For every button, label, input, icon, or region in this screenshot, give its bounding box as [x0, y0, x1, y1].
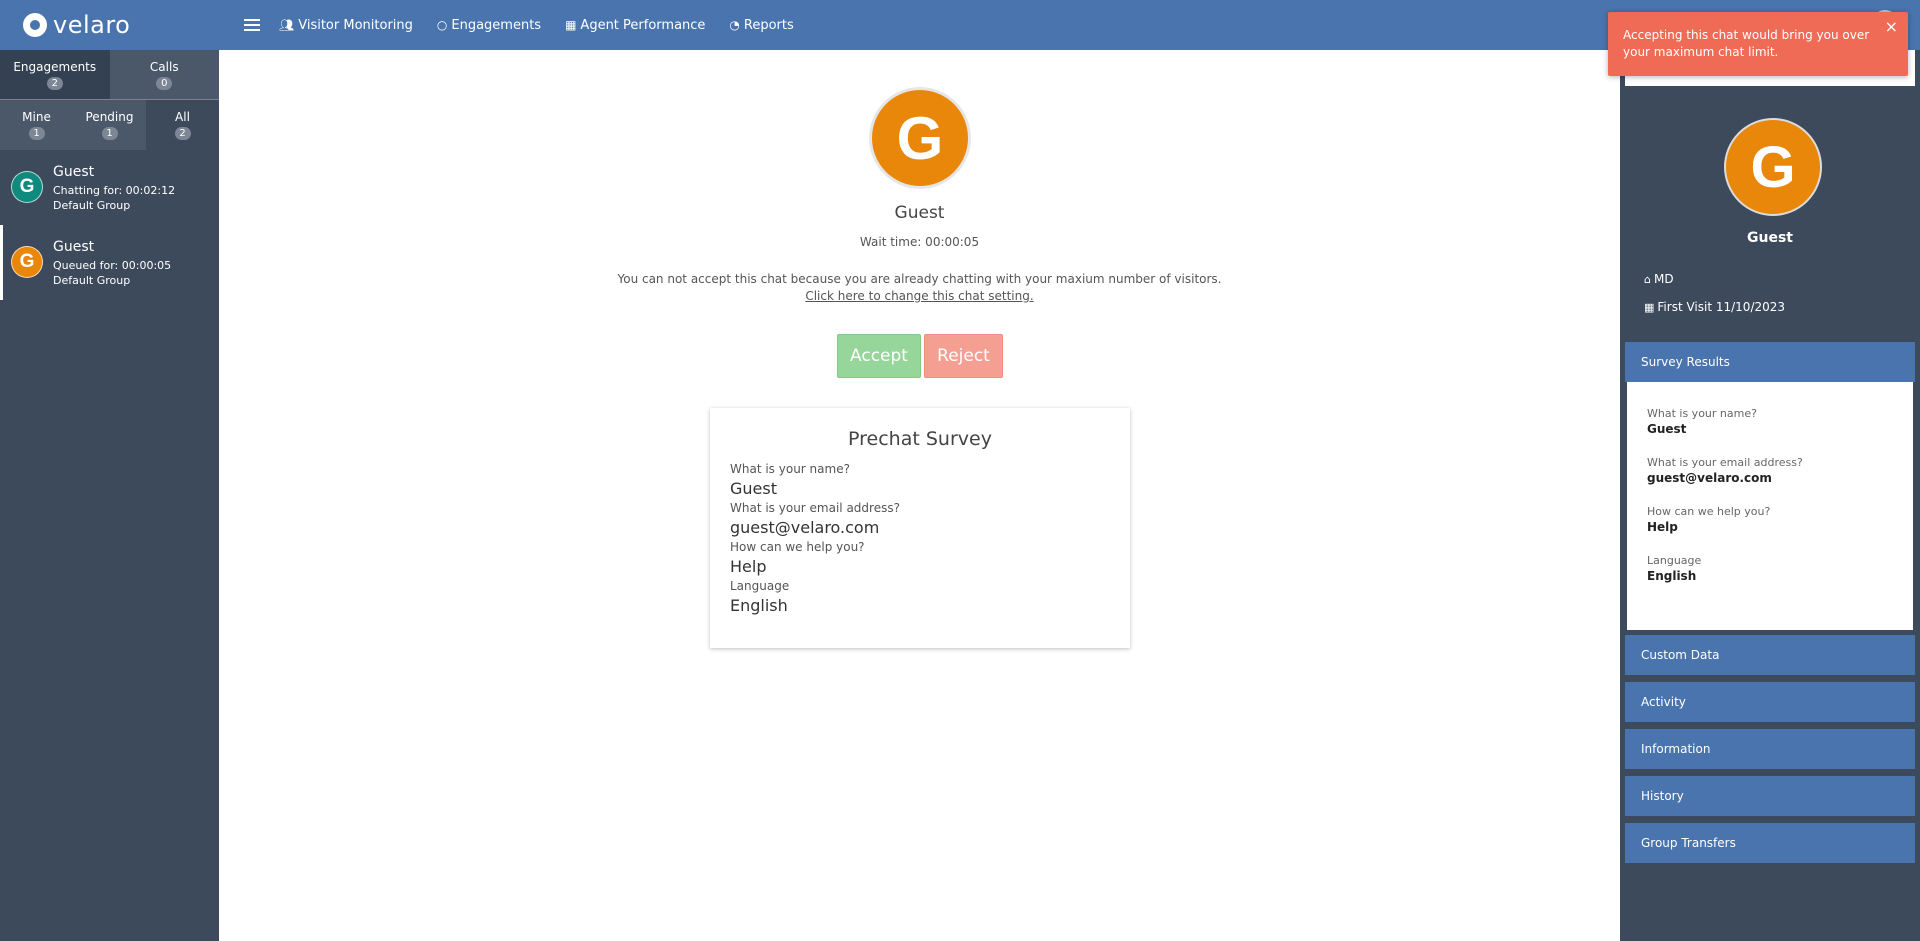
visitor-location: ⌂ MD	[1644, 272, 1674, 286]
chat-avatar: G	[11, 171, 43, 203]
brand-name: velaro	[53, 11, 131, 39]
count-badge: 0	[156, 76, 173, 90]
survey-question: What is your email address?	[1647, 456, 1803, 469]
calendar-icon: ▦	[1644, 300, 1655, 314]
survey-question: How can we help you?	[730, 540, 865, 554]
action-buttons: Accept Reject	[837, 334, 1003, 378]
chat-group: Default Group	[53, 199, 131, 212]
accordion-custom-data[interactable]: Custom Data	[1625, 635, 1915, 675]
survey-answer: Guest	[730, 479, 777, 498]
survey-answer: English	[1647, 569, 1697, 583]
chat-visitor-name: Guest	[53, 239, 95, 255]
brand-logo[interactable]: velaro	[0, 0, 219, 50]
nav-engagements[interactable]: ○ Engagements	[437, 18, 541, 33]
accept-button[interactable]: Accept	[837, 334, 921, 378]
filter-tab-pending[interactable]: Pending 1	[73, 100, 146, 150]
prechat-survey-card: Prechat Survey What is your name? Guest …	[710, 408, 1130, 648]
tab-calls[interactable]: Calls 0	[109, 50, 219, 99]
velaro-logo-icon	[23, 13, 47, 37]
survey-answer: Help	[730, 557, 767, 576]
chat-request-panel: G Guest Wait time: 00:00:05 You can not …	[219, 50, 1620, 941]
visitor-name: Guest	[1747, 230, 1793, 246]
filter-tab-all[interactable]: All 2	[146, 100, 219, 150]
chat-status: Chatting for: 00:02:12	[53, 184, 176, 197]
nav-agent-performance[interactable]: ▦ Agent Performance	[565, 18, 705, 33]
survey-question: Language	[1647, 554, 1702, 567]
reject-button[interactable]: Reject	[924, 334, 1003, 378]
max-chats-message: You can not accept this chat because you…	[617, 272, 1222, 286]
survey-answer: English	[730, 596, 788, 615]
filter-tab-mine[interactable]: Mine 1	[0, 100, 73, 150]
survey-results-body: What is your name? Guest What is your em…	[1627, 382, 1913, 630]
users-icon: 👥︎	[279, 18, 295, 32]
sidebar-filter-tabs: Mine 1 Pending 1 All 2	[0, 100, 219, 150]
survey-question: What is your name?	[730, 462, 850, 476]
main-nav: 👥︎ Visitor Monitoring ○ Engagements ▦ Ag…	[279, 0, 818, 50]
engagements-sidebar: Engagements 2 Calls 0 Mine 1 Pending 1 A…	[0, 50, 219, 941]
count-badge: 1	[28, 127, 45, 140]
survey-answer: guest@velaro.com	[1647, 471, 1772, 485]
accordion-information[interactable]: Information	[1625, 729, 1915, 769]
accordion-group-transfers[interactable]: Group Transfers	[1625, 823, 1915, 863]
chat-list-item[interactable]: G Guest Chatting for: 00:02:12 Default G…	[0, 150, 219, 225]
accordion-survey-results[interactable]: Survey Results	[1625, 342, 1915, 382]
close-icon[interactable]: ×	[1885, 18, 1898, 35]
chat-avatar: G	[11, 246, 43, 278]
survey-title: Prechat Survey	[848, 428, 992, 450]
grid-icon: ▦	[565, 18, 577, 32]
chat-bubble-icon: ○	[436, 18, 448, 32]
chat-status: Queued for: 00:00:05	[53, 259, 172, 272]
survey-answer: Guest	[1647, 422, 1687, 436]
home-icon: ⌂	[1644, 272, 1651, 286]
survey-question: Language	[730, 579, 790, 593]
wait-time: Wait time: 00:00:05	[859, 235, 980, 249]
visitor-avatar: G	[869, 87, 971, 189]
survey-answer: guest@velaro.com	[730, 518, 880, 537]
chat-group: Default Group	[53, 274, 131, 287]
count-badge: 2	[46, 76, 63, 90]
change-chat-setting-link[interactable]: Click here to change this chat setting.	[219, 289, 1620, 303]
nav-visitor-monitoring[interactable]: 👥︎ Visitor Monitoring	[279, 18, 413, 33]
chat-list-item-selected[interactable]: G Guest Queued for: 00:00:05 Default Gro…	[0, 225, 219, 300]
nav-reports[interactable]: ◔ Reports	[729, 18, 793, 33]
survey-question: What is your email address?	[730, 501, 900, 515]
visitor-avatar: G	[1724, 118, 1822, 216]
sidebar-tabs: Engagements 2 Calls 0	[0, 50, 219, 100]
count-badge: 1	[101, 127, 118, 140]
survey-question: What is your name?	[1647, 407, 1757, 420]
hamburger-menu-icon[interactable]	[244, 19, 260, 31]
count-badge: 2	[174, 127, 191, 140]
tab-engagements[interactable]: Engagements 2	[0, 50, 110, 99]
chat-limit-toast: Accepting this chat would bring you over…	[1608, 12, 1908, 76]
survey-question: How can we help you?	[1647, 505, 1771, 518]
survey-answer: Help	[1647, 520, 1678, 534]
toast-message: Accepting this chat would bring you over…	[1623, 28, 1870, 59]
visitor-first-visit: ▦ First Visit 11/10/2023	[1644, 300, 1786, 314]
visitor-name: Guest	[894, 203, 945, 223]
accordion-history[interactable]: History	[1625, 776, 1915, 816]
chat-visitor-name: Guest	[53, 164, 95, 180]
visitor-details-panel: G Guest ⌂ MD ▦ First Visit 11/10/2023 Su…	[1620, 50, 1920, 941]
accordion-activity[interactable]: Activity	[1625, 682, 1915, 722]
pie-chart-icon: ◔	[729, 18, 740, 32]
